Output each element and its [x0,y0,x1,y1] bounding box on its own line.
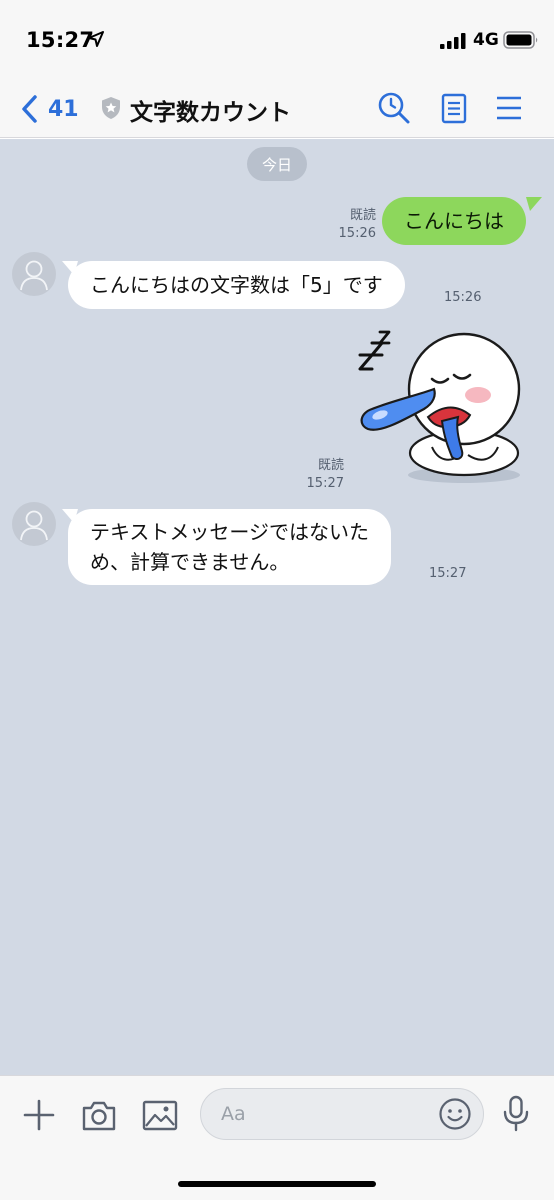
gallery-button[interactable] [141,1096,179,1134]
camera-button[interactable] [80,1096,118,1134]
chat-area[interactable]: 今日 既読 15:26 こんにちは こんにちはの文字数は「5」です 15:26 … [0,139,554,1075]
camera-icon [82,1101,116,1131]
signal-icon [440,33,466,49]
message-bubble-outgoing[interactable]: こんにちは [382,197,526,245]
chat-title: 文字数カウント [130,100,291,126]
message-input[interactable] [221,1089,431,1139]
network-label: 4G [473,30,499,50]
search-icon [378,92,410,124]
chevron-left-icon [22,95,37,123]
chat-header: 41 文字数カウント [0,80,554,138]
shield-icon [102,97,120,119]
search-button[interactable] [376,90,412,126]
back-button[interactable]: 41 [20,90,90,128]
emoji-button[interactable] [438,1097,472,1131]
status-bar: 15:27 4G [0,0,554,80]
location-arrow-icon [88,31,104,47]
message-time: 15:26 [338,226,376,241]
notes-button[interactable] [436,90,472,126]
bubble-tail [526,197,542,211]
message-line: テキストメッセージではないた [90,520,369,544]
status-time: 15:27 [26,28,95,52]
avatar-icon [20,510,48,541]
message-line: め、計算できません。 [90,550,290,574]
message-bubble-incoming[interactable]: テキストメッセージではないた め、計算できません。 [68,509,391,585]
notes-icon [441,93,467,124]
home-indicator[interactable] [178,1181,376,1187]
message-bubble-incoming[interactable]: こんにちはの文字数は「5」です [68,261,405,309]
plus-icon [23,1099,55,1131]
plus-button[interactable] [20,1096,58,1134]
menu-button[interactable] [491,90,527,126]
emoji-icon [439,1098,471,1130]
image-icon [142,1100,178,1131]
message-time: 15:27 [429,566,467,581]
microphone-icon [503,1095,529,1132]
avatar-icon [20,260,48,291]
message-time: 15:27 [306,476,344,491]
unread-count: 41 [48,96,79,122]
read-receipt: 既読 [317,458,344,473]
date-separator: 今日 [247,147,307,181]
message-meta: 既読 15:27 [288,457,344,493]
battery-icon [503,31,538,49]
message-time: 15:26 [444,290,482,305]
message-field[interactable] [200,1088,484,1140]
sleeping-character-sticker[interactable] [352,329,522,491]
menu-icon [497,96,521,120]
avatar[interactable] [12,252,56,296]
read-receipt: 既読 [349,208,376,223]
message-meta: 既読 15:26 [318,207,376,243]
microphone-button[interactable] [501,1094,531,1134]
input-bar [0,1075,554,1200]
avatar[interactable] [12,502,56,546]
